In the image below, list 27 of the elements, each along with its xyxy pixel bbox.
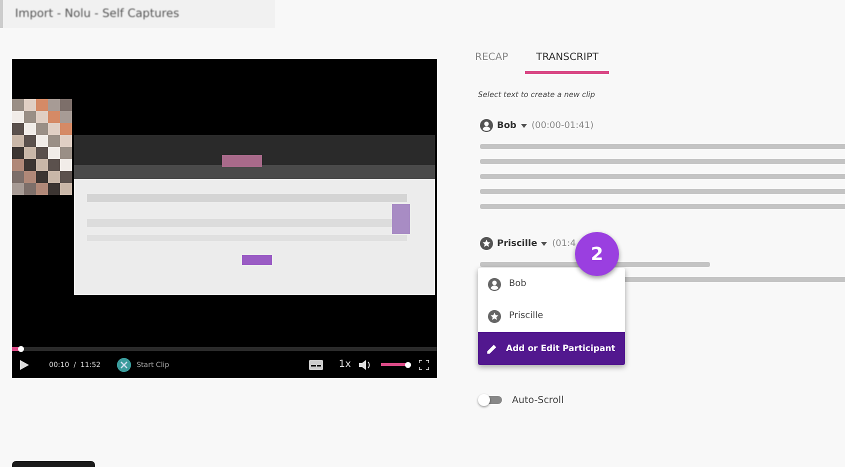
speaker-dropdown[interactable]: Priscille xyxy=(480,237,548,250)
progress-track[interactable] xyxy=(12,347,437,351)
step-badge: 2 xyxy=(575,232,619,276)
caret-icon xyxy=(541,242,548,246)
auto-scroll-label: Auto-Scroll xyxy=(512,394,564,406)
volume-slider[interactable] xyxy=(381,363,411,366)
menu-item[interactable]: Priscille xyxy=(478,300,625,332)
add-participant-button[interactable]: Add or Edit Participant xyxy=(478,332,625,365)
caret-icon xyxy=(520,124,526,128)
playback-speed[interactable]: 1x xyxy=(338,359,351,370)
timestamp: (01:4 xyxy=(552,238,576,248)
volume-icon[interactable] xyxy=(359,360,371,370)
menu-item[interactable]: Bob xyxy=(478,268,625,300)
play-icon[interactable] xyxy=(20,360,29,370)
captions-icon[interactable] xyxy=(308,360,323,370)
speaker-dropdown[interactable]: Bob xyxy=(480,119,526,132)
tab[interactable]: TRANSCRIPT xyxy=(525,48,610,74)
star-icon xyxy=(488,310,501,322)
fullscreen-icon[interactable] xyxy=(419,360,429,370)
timestamp: (00:00-01:41) xyxy=(532,120,594,130)
user-icon xyxy=(480,119,493,132)
scissors-icon xyxy=(116,358,131,372)
user-icon xyxy=(488,278,501,290)
star-icon xyxy=(480,237,493,250)
auto-scroll-toggle[interactable] xyxy=(478,394,502,406)
window-title: Import - Nolu - Self Captures xyxy=(15,6,180,20)
pencil-icon xyxy=(486,342,498,354)
